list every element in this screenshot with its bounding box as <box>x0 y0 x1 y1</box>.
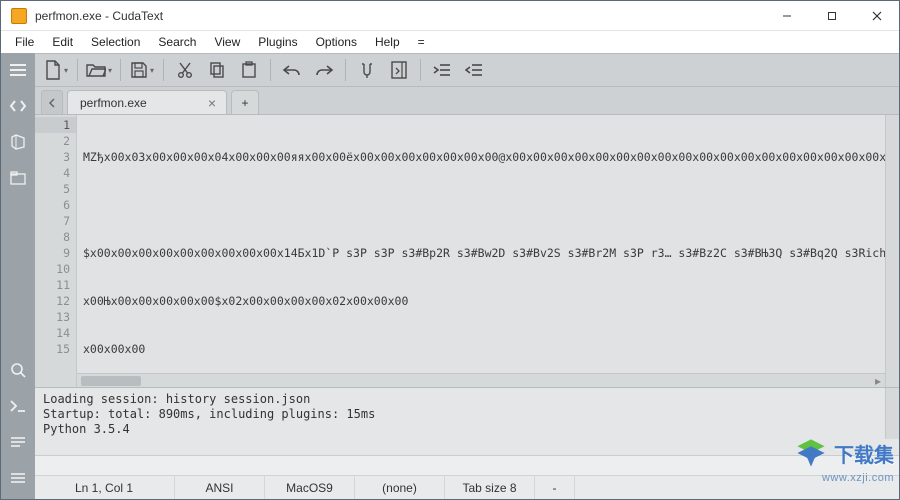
line-gutter: 1 2 3 4 5 6 7 8 9 10 11 12 13 14 15 <box>35 115 77 387</box>
toolbar: ▾ ▾ ▾ <box>35 53 899 87</box>
tab-new-button[interactable]: + <box>231 90 259 114</box>
title-bar: perfmon.exe - CudaText <box>1 1 899 31</box>
console-v-scrollbar[interactable] <box>885 388 899 439</box>
code-area[interactable]: MZђx00x03x00x00x00x04x00x00x00яяx00x00ёx… <box>77 115 885 387</box>
console-line: Python 3.5.4 <box>43 422 891 437</box>
undo-button[interactable] <box>277 57 307 83</box>
menu-equals[interactable]: = <box>410 33 433 51</box>
console-line: Loading session: history session.json <box>43 392 891 407</box>
unprinted-button[interactable] <box>352 57 382 83</box>
menu-help[interactable]: Help <box>367 33 408 51</box>
menu-view[interactable]: View <box>206 33 248 51</box>
output-icon[interactable] <box>4 429 32 455</box>
window-title: perfmon.exe - CudaText <box>35 9 764 23</box>
open-file-button[interactable]: ▾ <box>84 57 114 83</box>
status-tabsize[interactable]: Tab size 8 <box>445 476 535 499</box>
save-button[interactable]: ▾ <box>127 57 157 83</box>
indent-button[interactable] <box>427 57 457 83</box>
menu-plugins[interactable]: Plugins <box>250 33 305 51</box>
paste-button[interactable] <box>234 57 264 83</box>
console-icon[interactable] <box>4 393 32 419</box>
editor-h-scrollbar[interactable]: ▸ <box>77 373 885 387</box>
console-panel: Loading session: history session.json St… <box>35 387 899 455</box>
minimize-button[interactable] <box>764 1 809 30</box>
code-tree-icon[interactable] <box>4 93 32 119</box>
editor[interactable]: 1 2 3 4 5 6 7 8 9 10 11 12 13 14 15 <box>35 115 899 387</box>
tab-close-icon[interactable]: × <box>206 96 218 110</box>
minimap-button[interactable] <box>384 57 414 83</box>
tab-strip: perfmon.exe × + <box>35 87 899 115</box>
validate-icon[interactable] <box>4 465 32 491</box>
tab-scroll-left[interactable] <box>41 90 63 114</box>
status-extra[interactable]: - <box>535 476 575 499</box>
menu-search[interactable]: Search <box>150 33 204 51</box>
unindent-button[interactable] <box>459 57 489 83</box>
copy-button[interactable] <box>202 57 232 83</box>
menu-selection[interactable]: Selection <box>83 33 148 51</box>
search-icon[interactable] <box>4 357 32 383</box>
status-encoding[interactable]: ANSI <box>175 476 265 499</box>
tab-active[interactable]: perfmon.exe × <box>67 90 227 114</box>
app-icon <box>11 8 27 24</box>
tabs-icon[interactable] <box>4 165 32 191</box>
tab-label: perfmon.exe <box>80 96 147 110</box>
menu-bar: File Edit Selection Search View Plugins … <box>1 31 899 53</box>
hamburger-icon[interactable] <box>4 57 32 83</box>
status-bar: Ln 1, Col 1 ANSI MacOS9 (none) Tab size … <box>35 475 899 499</box>
maximize-button[interactable] <box>809 1 854 30</box>
project-icon[interactable] <box>4 129 32 155</box>
cut-button[interactable] <box>170 57 200 83</box>
console-line: Startup: total: 890ms, including plugins… <box>43 407 891 422</box>
side-panel <box>1 53 35 499</box>
console-input[interactable] <box>35 455 899 475</box>
status-position[interactable]: Ln 1, Col 1 <box>35 476 175 499</box>
menu-edit[interactable]: Edit <box>44 33 81 51</box>
status-line-endings[interactable]: MacOS9 <box>265 476 355 499</box>
editor-v-scrollbar[interactable] <box>885 115 899 387</box>
menu-file[interactable]: File <box>7 33 42 51</box>
status-lexer[interactable]: (none) <box>355 476 445 499</box>
menu-options[interactable]: Options <box>308 33 365 51</box>
close-button[interactable] <box>854 1 899 30</box>
redo-button[interactable] <box>309 57 339 83</box>
new-file-button[interactable]: ▾ <box>41 57 71 83</box>
